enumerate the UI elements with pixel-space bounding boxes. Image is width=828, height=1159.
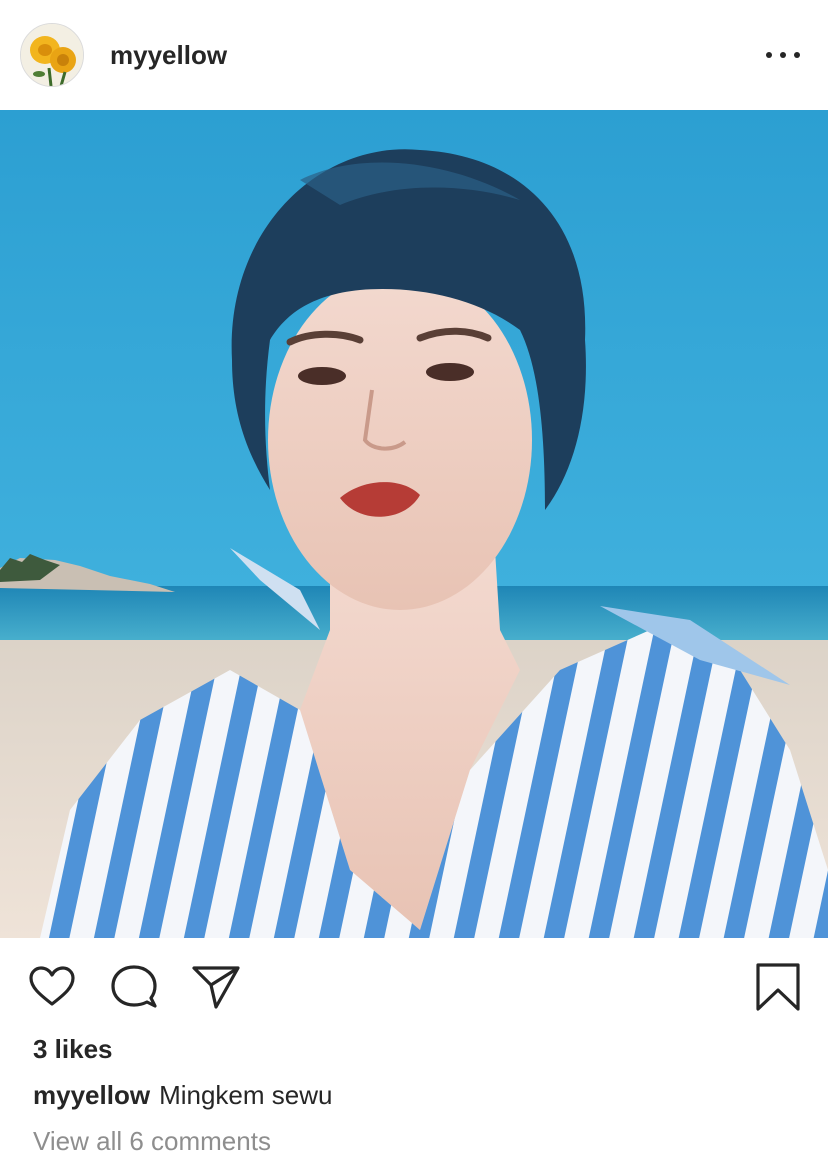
avatar[interactable]	[20, 23, 84, 87]
caption-text: Mingkem sewu	[159, 1080, 333, 1110]
view-comments-link[interactable]: View all 6 comments	[33, 1126, 271, 1157]
post-photo[interactable]	[0, 110, 828, 938]
comment-bubble-icon[interactable]	[109, 962, 159, 1012]
dot	[780, 52, 786, 58]
post-username[interactable]: myyellow	[110, 40, 766, 71]
post-caption: myyellow Mingkem sewu	[33, 1080, 332, 1111]
bookmark-icon[interactable]	[753, 962, 803, 1012]
caption-username[interactable]: myyellow	[33, 1080, 150, 1110]
post-header: myyellow	[0, 0, 828, 110]
dot	[766, 52, 772, 58]
dot	[794, 52, 800, 58]
paper-plane-icon[interactable]	[191, 962, 241, 1012]
avatar-flower-image	[21, 24, 83, 86]
beach-portrait-image	[0, 110, 828, 938]
instagram-post: myyellow 3 likes myyellow Mingkem sewu V…	[0, 0, 828, 1159]
likes-count[interactable]: 3 likes	[33, 1034, 113, 1065]
action-bar	[0, 938, 828, 1034]
heart-icon[interactable]	[27, 962, 77, 1012]
more-options-icon[interactable]	[766, 45, 800, 65]
